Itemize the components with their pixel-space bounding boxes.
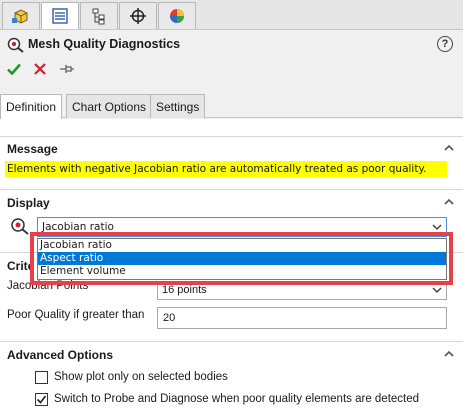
chevron-down-icon: [432, 224, 442, 230]
help-button[interactable]: ?: [437, 36, 453, 52]
chevron-up-icon[interactable]: [443, 348, 455, 360]
poor-quality-threshold-input[interactable]: 20: [157, 307, 447, 329]
switch-probe-checkbox[interactable]: [35, 392, 48, 406]
pushpin-icon[interactable]: [59, 62, 75, 76]
chevron-down-icon: [432, 287, 442, 293]
tab-definition[interactable]: Definition: [0, 94, 63, 119]
dimxpert-tab[interactable]: [119, 2, 157, 29]
configuration-tab[interactable]: [80, 2, 118, 29]
annotation-highlight-box: [30, 232, 453, 285]
divider: [0, 136, 463, 137]
part-cube-icon: [12, 9, 28, 24]
property-manager-tab[interactable]: [41, 2, 79, 29]
switch-probe-label: Switch to Probe and Diagnose when poor q…: [54, 393, 420, 405]
switch-probe-option[interactable]: Switch to Probe and Diagnose when poor q…: [35, 391, 419, 407]
show-plot-option[interactable]: Show plot only on selected bodies: [35, 369, 228, 385]
advanced-section-header[interactable]: Advanced Options: [0, 348, 463, 366]
divider: [0, 189, 463, 190]
ok-check-icon[interactable]: [6, 61, 22, 77]
message-section-header[interactable]: Message: [0, 142, 463, 160]
part-tab[interactable]: [2, 2, 40, 29]
show-plot-label: Show plot only on selected bodies: [54, 371, 228, 383]
page-title: Mesh Quality Diagnostics: [28, 37, 181, 51]
message-text: Elements with negative Jacobian ratio ar…: [5, 161, 447, 177]
poor-quality-label: Poor Quality if greater than: [7, 309, 145, 321]
cancel-x-icon[interactable]: [33, 62, 47, 76]
mesh-diagnostics-icon: [7, 37, 24, 53]
display-heading: Display: [7, 196, 50, 210]
appearance-pie-icon: [170, 9, 184, 23]
tab-settings[interactable]: Settings: [150, 94, 206, 118]
chevron-up-icon[interactable]: [443, 196, 455, 208]
display-manager-tab[interactable]: [158, 2, 196, 29]
option-tabs: Definition Chart Options Settings: [0, 94, 463, 119]
divider: [0, 341, 463, 342]
show-plot-checkbox[interactable]: [35, 370, 48, 384]
message-heading: Message: [7, 142, 58, 156]
checkmark-icon: [36, 395, 47, 404]
chevron-up-icon[interactable]: [443, 142, 455, 154]
jacobian-points-value: 16 points: [162, 284, 207, 296]
display-section-header[interactable]: Display: [0, 196, 463, 214]
tab-chart-options[interactable]: Chart Options: [66, 94, 153, 118]
configuration-tree-icon: [92, 8, 105, 25]
crosshair-icon: [130, 8, 146, 24]
mesh-diagnostics-icon: [11, 218, 29, 235]
advanced-heading: Advanced Options: [7, 348, 114, 362]
property-manager-icon: [52, 8, 68, 24]
feature-manager-tabs: [0, 0, 463, 30]
